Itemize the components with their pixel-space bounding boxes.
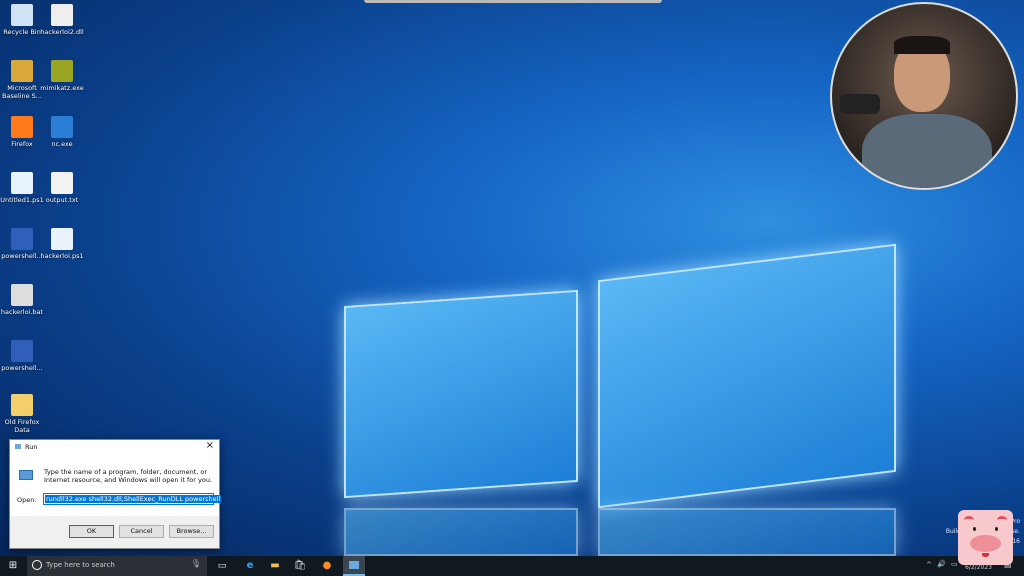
- store-icon[interactable]: 🛍: [293, 559, 307, 573]
- shirt: [862, 114, 992, 188]
- run-dialog: Run × Type the name of a program, folder…: [9, 439, 222, 549]
- top-drag-bar[interactable]: [364, 0, 662, 3]
- desktop-icon-label: powershell...: [1, 364, 43, 372]
- open-label: Open:: [17, 496, 37, 504]
- search-box[interactable]: Type here to search 🎙: [27, 556, 207, 576]
- desktop-icon[interactable]: output.txt: [40, 172, 84, 204]
- desktop-icon-label: Old Firefox Data: [4, 418, 40, 434]
- webcam-overlay: [830, 2, 1018, 190]
- desktop-icon[interactable]: hackerloi.bat: [0, 284, 44, 316]
- open-input[interactable]: rundll32.exe shell32.dll,ShellExec_RunDL…: [43, 493, 222, 505]
- security-baseline-icon: [11, 60, 33, 82]
- cortana-icon: [32, 560, 42, 570]
- powershell-icon: [11, 228, 33, 250]
- folder-icon: [11, 394, 33, 416]
- desktop-icon[interactable]: powershell...: [0, 228, 44, 260]
- desktop-icon-label: nc.exe: [51, 140, 73, 148]
- firefox-icon[interactable]: ●: [320, 559, 334, 573]
- desktop-icon-label: Untitled1.ps1: [0, 196, 44, 204]
- browse-button[interactable]: Browse...: [169, 525, 214, 538]
- ps1-file-icon: [11, 172, 33, 194]
- ps1-file-icon: [51, 228, 73, 250]
- desktop-icon-label: powershell...: [1, 252, 43, 260]
- chevron-down-icon[interactable]: ⌄: [205, 494, 211, 502]
- desktop-icon[interactable]: powershell...: [0, 340, 44, 372]
- bat-file-icon: [11, 284, 33, 306]
- desktop-icon-label: hackerloi2.dll: [40, 28, 84, 36]
- microphone-icon[interactable]: 🎙: [191, 559, 201, 568]
- desktop-icon-label: Microsoft Baseline S...: [2, 84, 42, 100]
- desktop-icon[interactable]: Old Firefox Data: [0, 394, 44, 434]
- microphone: [840, 94, 880, 114]
- recycle-bin-icon: [11, 4, 33, 26]
- firefox-icon: [11, 116, 33, 138]
- desktop-icon[interactable]: nc.exe: [40, 116, 84, 148]
- dialog-footer: OK Cancel Browse...: [10, 516, 219, 548]
- desktop-icon[interactable]: Microsoft Baseline S...: [0, 60, 44, 100]
- powershell-icon: [11, 340, 33, 362]
- desktop-icon[interactable]: hackerloi.ps1: [40, 228, 84, 260]
- run-program-icon: [19, 470, 33, 480]
- text-file-icon: [51, 172, 73, 194]
- task-view-icon[interactable]: ▭: [215, 559, 229, 573]
- desktop-icon[interactable]: Recycle Bin: [0, 4, 44, 36]
- run-taskbar-button[interactable]: [343, 556, 365, 576]
- volume-icon[interactable]: 🔊: [937, 560, 946, 568]
- desktop-icon-label: Firefox: [11, 140, 33, 148]
- desktop-icon-label: Recycle Bin: [3, 28, 41, 36]
- desktop-icon[interactable]: Firefox: [0, 116, 44, 148]
- cancel-button[interactable]: Cancel: [119, 525, 164, 538]
- show-hidden-icons[interactable]: ^: [926, 561, 932, 569]
- windows-logo-reflection: [598, 508, 896, 556]
- clock-date[interactable]: 6/2/2023: [965, 564, 992, 571]
- network-icon[interactable]: ▭: [951, 560, 958, 568]
- windows-logo-pane: [598, 243, 896, 509]
- file-explorer-icon[interactable]: ▬: [268, 559, 282, 573]
- windows-logo-reflection: [344, 508, 578, 556]
- search-placeholder: Type here to search: [46, 561, 115, 569]
- desktop-icon-label: hackerloi.bat: [0, 308, 44, 316]
- desktop-icon[interactable]: hackerloi2.dll: [40, 4, 84, 36]
- edge-icon[interactable]: e: [243, 559, 257, 573]
- desktop-icon[interactable]: Untitled1.ps1: [0, 172, 44, 204]
- taskbar: ⊞ Type here to search 🎙 ▭ e ▬ 🛍 ● ^ 🔊 ▭ …: [0, 556, 1024, 576]
- start-button[interactable]: ⊞: [6, 559, 20, 573]
- exe-window-icon: [51, 116, 73, 138]
- close-button[interactable]: ×: [206, 440, 214, 451]
- windows-logo-pane: [344, 289, 578, 499]
- desktop-icon-label: mimikatz.exe: [40, 84, 84, 92]
- desktop-icon-label: output.txt: [45, 196, 79, 204]
- pig-logo-watermark: [958, 510, 1013, 565]
- dialog-description: Type the name of a program, folder, docu…: [44, 468, 213, 484]
- run-icon: [349, 561, 359, 569]
- dll-file-icon: [51, 4, 73, 26]
- dialog-title: Run: [25, 443, 38, 451]
- kiwi-icon: [51, 60, 73, 82]
- hair: [894, 36, 950, 54]
- open-input-value: rundll32.exe shell32.dll,ShellExec_RunDL…: [45, 495, 222, 503]
- ok-button[interactable]: OK: [69, 525, 114, 538]
- desktop-icon[interactable]: mimikatz.exe: [40, 60, 84, 92]
- desktop-icon-label: hackerloi.ps1: [40, 252, 84, 260]
- run-icon: [15, 444, 21, 449]
